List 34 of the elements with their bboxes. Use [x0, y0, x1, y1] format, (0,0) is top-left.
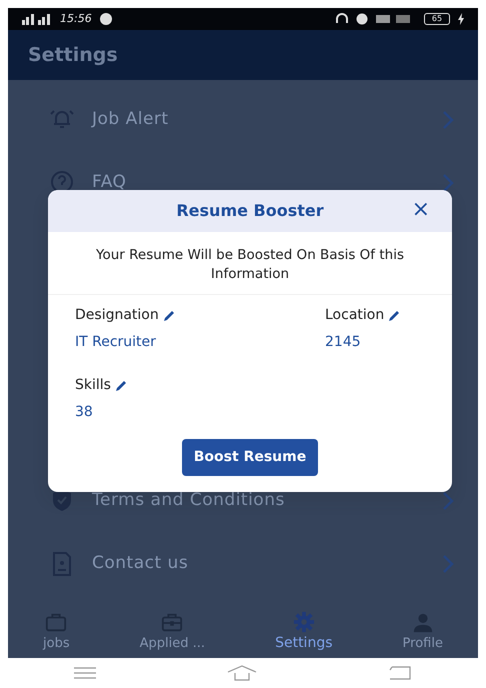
- pencil-icon[interactable]: [162, 308, 176, 322]
- home-icon[interactable]: [226, 665, 257, 681]
- field-label: Location: [325, 306, 384, 325]
- back-icon[interactable]: [388, 666, 412, 680]
- status-time: 15:56: [60, 10, 92, 27]
- nav-tab[interactable]: Profile: [402, 612, 443, 654]
- pencil-icon[interactable]: [114, 378, 128, 392]
- chevron-right-icon[interactable]: [442, 490, 454, 510]
- field-value: 2145: [325, 332, 361, 352]
- field-value: IT Recruiter: [75, 332, 156, 352]
- dialog-title: Resume Booster: [176, 200, 324, 222]
- nav-tab[interactable]: Applied ...: [140, 612, 206, 654]
- field-label: Designation: [75, 306, 159, 325]
- headphones-icon: [336, 13, 348, 25]
- pencil-icon[interactable]: [388, 308, 402, 322]
- menu-item[interactable]: Terms and Conditions: [92, 488, 426, 514]
- field-value: 38: [75, 402, 93, 422]
- briefcase-icon: [44, 612, 68, 634]
- signal-icon: [22, 13, 52, 25]
- menu-item[interactable]: Job Alert: [92, 106, 426, 132]
- menu-item[interactable]: Contact us: [92, 550, 426, 576]
- dialog-message: Your Resume Will be Boosted On Basis Of this Information: [48, 232, 452, 295]
- field-label: Skills: [75, 376, 111, 395]
- menu-icon[interactable]: [74, 667, 96, 679]
- chevron-right-icon[interactable]: [442, 172, 454, 192]
- battery-icon: 65: [424, 13, 450, 25]
- boost-button[interactable]: Boost Resume: [182, 438, 318, 476]
- settings-icon: [292, 611, 316, 633]
- charging-icon: [458, 13, 464, 25]
- nav-tab[interactable]: Settings: [275, 611, 332, 654]
- toolbox-icon: [160, 612, 184, 634]
- page-title: Settings: [28, 42, 118, 68]
- nav-tab[interactable]: jobs: [43, 612, 70, 654]
- close-button[interactable]: ×: [408, 196, 434, 224]
